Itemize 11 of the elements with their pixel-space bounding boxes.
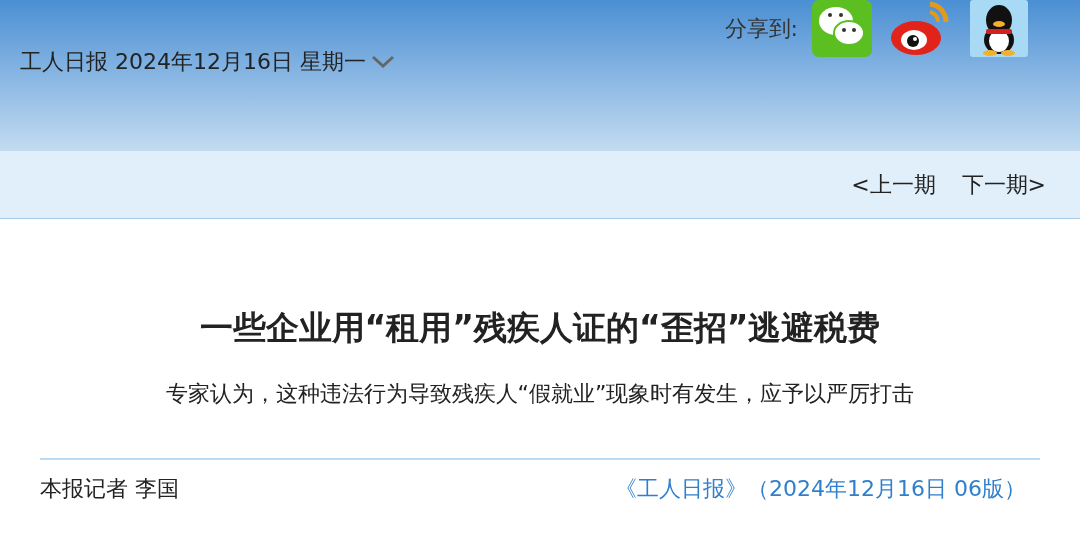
- byline: 本报记者 李国: [40, 474, 179, 503]
- dateline: 工人日报 2024年12月16日 星期一: [20, 48, 366, 76]
- previous-issue-link[interactable]: <上一期: [851, 168, 936, 201]
- share-label: 分享到:: [724, 15, 798, 43]
- chat-bubbles-icon[interactable]: [812, 0, 872, 57]
- penguin-icon[interactable]: [970, 0, 1028, 57]
- article-subtitle: 专家认为，这种违法行为导致残疾人“假就业”现象时有发生，应予以严厉打击: [165, 379, 915, 408]
- next-issue-link[interactable]: 下一期>: [961, 168, 1046, 201]
- chevron-down-icon[interactable]: [369, 53, 396, 70]
- article-title: 一些企业用“租用”残疾人证的“歪招”逃避税费: [199, 307, 881, 349]
- source-link[interactable]: 《工人日报》（2024年12月16日 06版）: [615, 471, 1026, 505]
